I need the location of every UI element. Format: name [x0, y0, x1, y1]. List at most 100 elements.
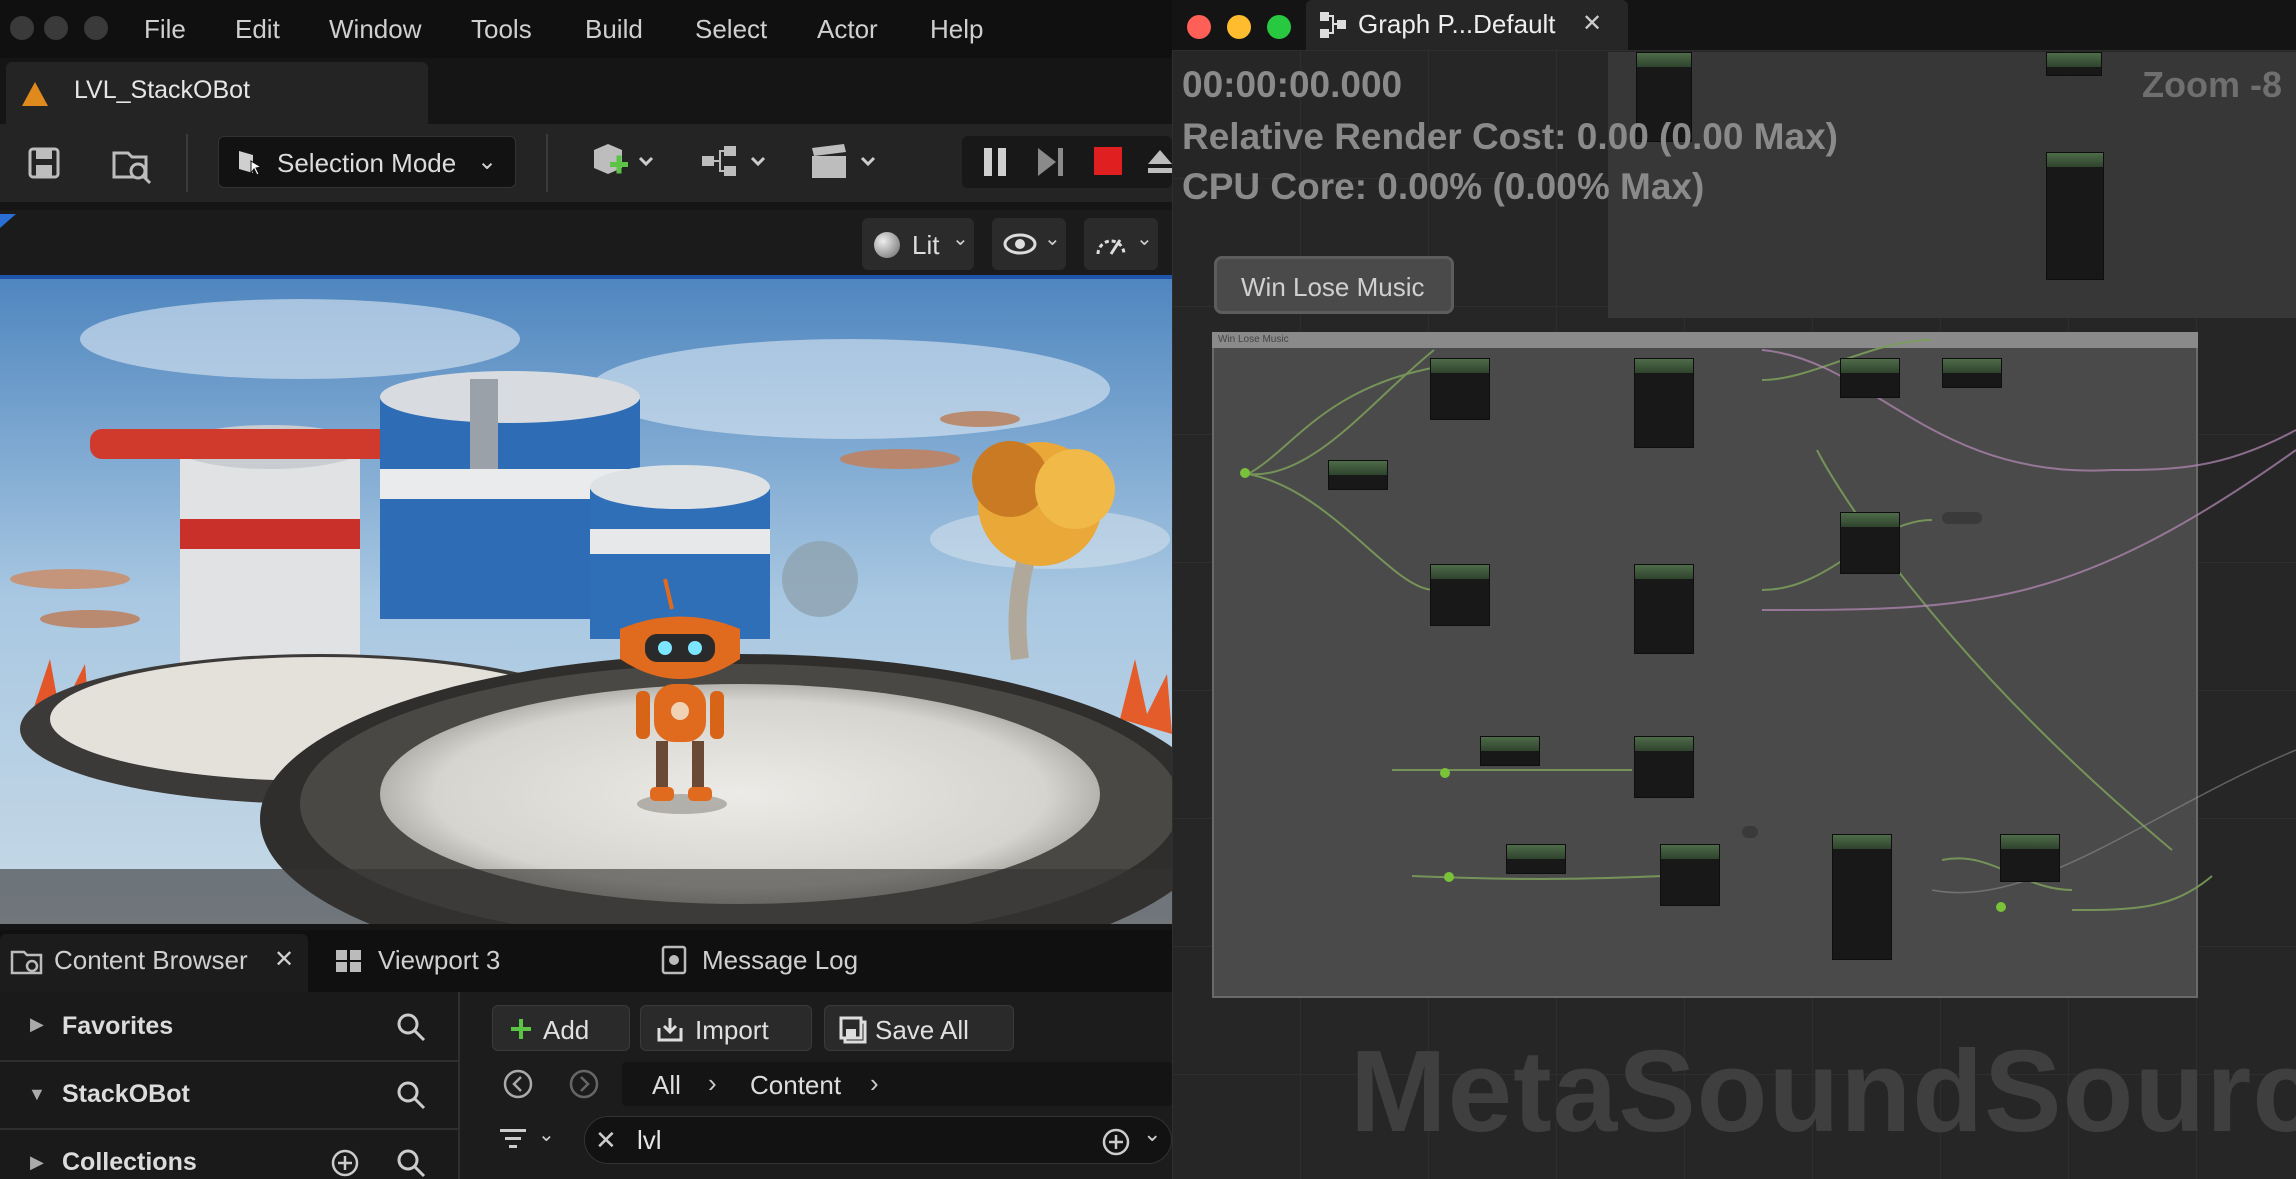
search-value: lvl	[637, 1125, 662, 1155]
chevron-down-icon[interactable]: ⌄	[538, 1122, 555, 1147]
viewport-layout-icon	[336, 950, 361, 972]
import-icon	[657, 1018, 683, 1042]
graph-node[interactable]	[1832, 834, 1892, 960]
chevron-down-icon: ⌄	[1044, 228, 1061, 250]
favorites-section[interactable]: Favorites	[62, 1012, 173, 1041]
toolbar-divider	[186, 134, 188, 192]
node-wires	[1247, 339, 2296, 911]
breadcrumb-content[interactable]: Content	[750, 1070, 841, 1101]
window-maximize-button[interactable]	[1267, 15, 1291, 39]
filter-icon[interactable]	[498, 1126, 532, 1152]
graph-tab-title: Graph P...Default	[1358, 9, 1556, 39]
chevron-right-icon[interactable]: ›	[870, 1068, 879, 1099]
project-section[interactable]: StackOBot	[62, 1080, 190, 1109]
window-close-button[interactable]	[1187, 15, 1211, 39]
add-button[interactable]: Add	[492, 1005, 630, 1051]
menu-tools[interactable]: Tools	[471, 14, 532, 45]
output-pin[interactable]	[1742, 826, 1758, 838]
window-minimize-button[interactable]	[44, 16, 68, 40]
tab-graph[interactable]: Graph P...Default ✕	[1306, 0, 1628, 50]
menu-window[interactable]: Window	[329, 14, 421, 45]
lit-sphere-icon	[874, 232, 900, 258]
view-mode-label: Lit	[912, 230, 940, 260]
selection-mode-icon	[235, 147, 265, 177]
input-pin[interactable]	[1444, 872, 1454, 882]
show-flags-dropdown[interactable]: ⌄	[992, 218, 1066, 270]
tab-content-browser-label: Content Browser	[54, 945, 248, 975]
clear-search-icon[interactable]: ✕	[595, 1125, 617, 1156]
breadcrumb: All › Content ›	[622, 1062, 1172, 1106]
menu-help[interactable]: Help	[930, 14, 983, 45]
frame-skip-icon[interactable]	[1034, 146, 1068, 178]
close-icon[interactable]: ✕	[274, 945, 294, 974]
search-icon[interactable]	[396, 1148, 426, 1178]
graph-node[interactable]	[1660, 844, 1720, 906]
chevron-right-icon[interactable]: ▶	[30, 1152, 44, 1173]
graph-node[interactable]	[1480, 736, 1540, 766]
graph-node[interactable]	[1634, 736, 1694, 798]
close-icon[interactable]: ✕	[1582, 9, 1602, 38]
selection-mode-dropdown[interactable]: Selection Mode ⌄	[218, 136, 516, 188]
menu-file[interactable]: File	[144, 14, 186, 45]
tab-message-log[interactable]: Message Log	[702, 945, 858, 976]
graph-node[interactable]	[1634, 564, 1694, 654]
chevron-down-icon: ⌄	[952, 228, 969, 250]
graph-node[interactable]	[1430, 358, 1490, 420]
search-icon[interactable]	[396, 1080, 426, 1110]
collections-section[interactable]: Collections	[62, 1148, 197, 1177]
chevron-right-icon[interactable]: ▶	[30, 1014, 44, 1035]
cinematics-button[interactable]	[808, 140, 880, 184]
input-pin[interactable]	[1996, 902, 2006, 912]
add-actor-button[interactable]	[588, 140, 658, 184]
chevron-down-icon[interactable]: ⌄	[1143, 1121, 1161, 1147]
graph-node[interactable]	[1840, 512, 1900, 574]
graph-node[interactable]	[1506, 844, 1566, 874]
stop-icon[interactable]	[1094, 147, 1122, 175]
window-maximize-button[interactable]	[84, 16, 108, 40]
import-button[interactable]: Import	[640, 1005, 812, 1051]
graph-node[interactable]	[2000, 834, 2060, 882]
toolbar-divider	[546, 134, 548, 192]
chevron-down-icon[interactable]: ▼	[28, 1084, 46, 1105]
menu-actor[interactable]: Actor	[817, 14, 878, 45]
chevron-right-icon[interactable]: ›	[708, 1068, 717, 1099]
graph-node[interactable]	[1942, 358, 2002, 388]
save-all-button-label: Save All	[875, 1015, 969, 1045]
search-icon[interactable]	[396, 1012, 426, 1042]
breadcrumb-all[interactable]: All	[652, 1070, 681, 1101]
add-button-label: Add	[543, 1015, 590, 1045]
pause-icon[interactable]	[980, 146, 1010, 178]
search-input[interactable]: ✕ lvl ⌄	[584, 1116, 1172, 1164]
import-button-label: Import	[695, 1015, 769, 1045]
save-all-button[interactable]: Save All	[824, 1005, 1014, 1051]
plus-icon	[511, 1019, 531, 1039]
graph-node[interactable]	[1430, 564, 1490, 626]
menu-edit[interactable]: Edit	[235, 14, 280, 45]
graph-node[interactable]	[1634, 358, 1694, 448]
blueprint-button[interactable]	[698, 140, 770, 184]
performance-dropdown[interactable]: ⌄	[1084, 218, 1158, 270]
level-tab-title: LVL_StackOBot	[74, 76, 251, 104]
forward-icon[interactable]	[568, 1068, 600, 1100]
output-pin[interactable]	[1942, 512, 1982, 524]
menu-build[interactable]: Build	[585, 14, 643, 45]
window-close-button[interactable]	[10, 16, 34, 40]
browse-icon[interactable]	[110, 143, 154, 187]
window-minimize-button[interactable]	[1227, 15, 1251, 39]
tab-viewport-3[interactable]: Viewport 3	[378, 945, 500, 976]
eject-icon[interactable]	[1144, 146, 1172, 178]
graph-node[interactable]	[1328, 460, 1388, 490]
graph-icon	[1320, 12, 1346, 38]
graph-node[interactable]	[1840, 358, 1900, 398]
input-pin[interactable]	[1440, 768, 1450, 778]
view-mode-dropdown[interactable]: Lit ⌄	[862, 218, 974, 270]
level-viewport[interactable]	[0, 279, 1172, 924]
menu-select[interactable]: Select	[695, 14, 767, 45]
input-pin[interactable]	[1240, 468, 1250, 478]
back-icon[interactable]	[502, 1068, 534, 1100]
add-filter-icon[interactable]	[1101, 1127, 1131, 1157]
add-collection-icon[interactable]	[330, 1148, 360, 1178]
section-divider	[0, 1128, 458, 1130]
level-icon	[22, 82, 48, 106]
save-icon[interactable]	[24, 143, 64, 183]
